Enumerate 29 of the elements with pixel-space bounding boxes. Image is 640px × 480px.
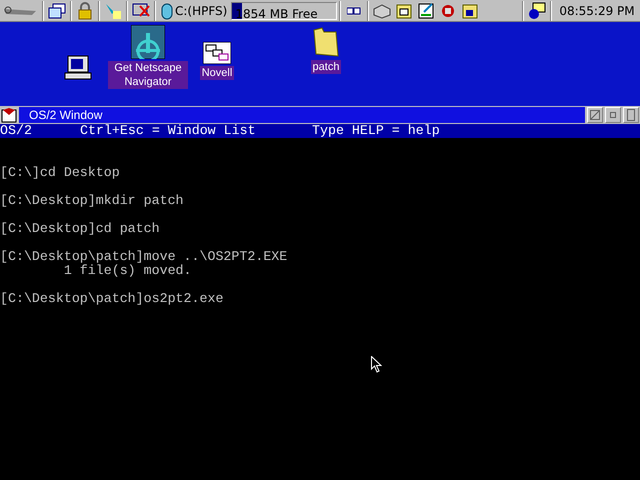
output-line: 1 file(s) moved. <box>62 264 193 278</box>
ship-wheel-icon[interactable] <box>131 25 165 59</box>
minimize-icon <box>610 112 616 118</box>
folder-icon[interactable] <box>312 26 340 58</box>
windows-button[interactable] <box>46 0 68 20</box>
status-text: Type HELP = help <box>312 124 441 138</box>
hide-button[interactable] <box>587 107 603 123</box>
minimize-button[interactable] <box>605 107 621 123</box>
tools-icon <box>440 2 456 18</box>
window-title: OS/2 Window <box>29 108 102 122</box>
command-line: [C:\Desktop]cd patch <box>0 222 161 236</box>
drive-icon[interactable] <box>161 2 173 20</box>
windows-icon[interactable] <box>203 42 231 64</box>
mouse-pointer-icon <box>371 356 382 373</box>
window-list-icon <box>347 6 362 14</box>
info-button[interactable] <box>526 0 548 20</box>
status-text: OS/2 <box>0 124 33 138</box>
clock: 08:55:29 PM <box>558 4 636 18</box>
status-text: Ctrl+Esc = Window List <box>80 124 257 138</box>
window-icon[interactable] <box>1 107 17 123</box>
drive-label: C:(HPFS) <box>175 4 228 18</box>
command-line: [C:\Desktop]mkdir patch <box>0 194 185 208</box>
icon-label[interactable]: patch <box>310 60 342 74</box>
maximize-button[interactable] <box>623 107 639 123</box>
icon-label[interactable]: Get Netscape Navigator <box>108 61 188 89</box>
icon-label[interactable]: Novell <box>200 66 234 80</box>
command-line: [C:\Desktop\patch]os2pt2.exe <box>0 292 224 306</box>
command-line: [C:\Desktop\patch]move ..\OS2PT2.EXE <box>0 250 288 264</box>
command-line: [C:\]cd Desktop <box>0 166 121 180</box>
